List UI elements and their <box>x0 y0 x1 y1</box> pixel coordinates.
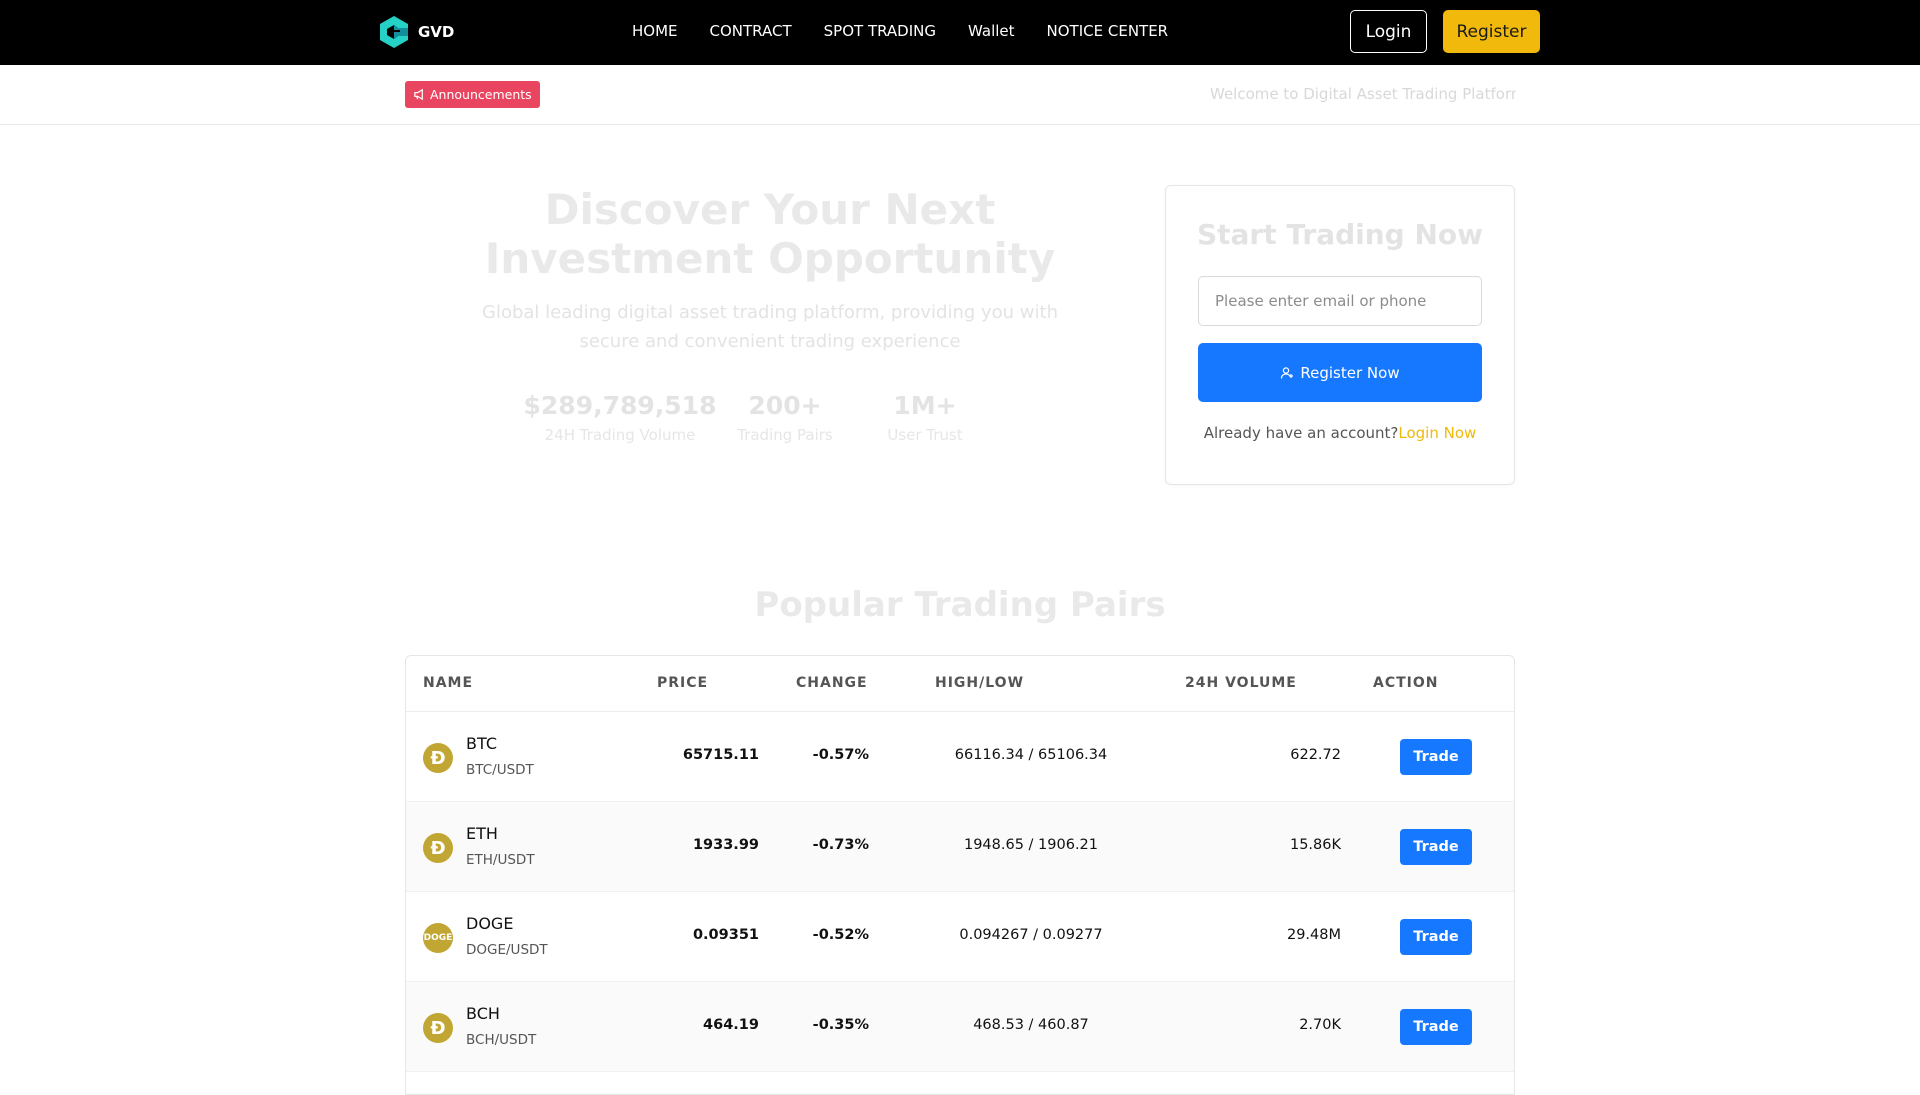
trade-button[interactable]: Trade <box>1400 919 1472 955</box>
stat-label: Trading Pairs <box>737 426 833 444</box>
high-low-cell: 1948.65 / 1906.21 <box>963 837 1099 853</box>
trade-button[interactable]: Trade <box>1400 739 1472 775</box>
hero-title: Discover Your Next Investment Opportunit… <box>484 185 1056 283</box>
col-name: NAME <box>423 675 474 691</box>
register-now-button[interactable]: Register Now <box>1198 343 1482 402</box>
register-now-label: Register Now <box>1300 363 1400 382</box>
change-cell: -0.52% <box>812 927 869 943</box>
hero-stats: $289,789,518 24H Trading Volume 200+ Tra… <box>520 390 1020 450</box>
stat-value: $289,789,518 <box>523 391 717 420</box>
col-volume: 24H VOLUME <box>1185 675 1297 691</box>
coin-pair: BCH/USDT <box>466 1032 537 1048</box>
top-navbar: GVD HOME CONTRACT SPOT TRADING Wallet NO… <box>0 0 1920 65</box>
nav-spot-trading[interactable]: SPOT TRADING <box>824 22 936 40</box>
volume-cell: 15.86K <box>1289 837 1341 853</box>
table-row[interactable]: Ð BCH BCH/USDT 464.19 -0.35% 468.53 / 46… <box>406 982 1514 1072</box>
change-cell: -0.35% <box>812 1017 869 1033</box>
coin-icon: DOGE <box>423 923 453 953</box>
table-header: NAME PRICE CHANGE HIGH/LOW 24H VOLUME AC… <box>406 656 1514 712</box>
email-phone-input[interactable] <box>1198 276 1482 326</box>
login-prompt-text: Already have an account? <box>1203 424 1399 442</box>
announcements-badge[interactable]: Announcements <box>405 81 540 108</box>
coin-symbol: DOGE <box>466 914 514 933</box>
high-low-cell: 0.094267 / 0.09277 <box>959 927 1103 943</box>
announcements-label: Announcements <box>430 87 532 102</box>
nav-notice-center[interactable]: NOTICE CENTER <box>1047 22 1169 40</box>
high-low-cell: 468.53 / 460.87 <box>973 1017 1089 1033</box>
stat-label: 24H Trading Volume <box>544 426 696 444</box>
nav-contract[interactable]: CONTRACT <box>710 22 792 40</box>
add-user-icon <box>1281 366 1294 379</box>
table-row[interactable]: DOGE DOGE DOGE/USDT 0.09351 -0.52% 0.094… <box>406 892 1514 982</box>
stat-users: 1M+ User Trust <box>850 390 1000 444</box>
brand-name: GVD <box>418 23 455 41</box>
register-button[interactable]: Register <box>1443 10 1540 53</box>
table-row[interactable]: Ð BTC BTC/USDT 65715.11 -0.57% 66116.34 … <box>406 712 1514 802</box>
volume-cell: 622.72 <box>1290 747 1341 763</box>
signup-title: Start Trading Now <box>1196 218 1483 251</box>
announcement-ticker[interactable]: Welcome to Digital Asset Trading Platfor… <box>1210 85 1516 105</box>
col-price: PRICE <box>657 675 709 691</box>
col-change: CHANGE <box>796 675 868 691</box>
coin-icon: Ð <box>423 743 453 773</box>
nav-wallet[interactable]: Wallet <box>968 22 1015 40</box>
volume-cell: 29.48M <box>1286 927 1341 943</box>
col-high-low: HIGH/LOW <box>935 675 1025 691</box>
stat-pairs: 200+ Trading Pairs <box>720 390 850 444</box>
signup-card: Start Trading Now Register Now Already h… <box>1165 185 1515 485</box>
stat-volume: $289,789,518 24H Trading Volume <box>520 390 720 444</box>
coin-symbol: BCH <box>466 1004 500 1023</box>
announcement-bar: Announcements Welcome to Digital Asset T… <box>0 65 1920 125</box>
pairs-title: Popular Trading Pairs <box>754 585 1166 625</box>
stat-label: User Trust <box>887 426 963 444</box>
nav-home[interactable]: HOME <box>632 22 678 40</box>
price-cell: 464.19 <box>703 1017 759 1033</box>
brand[interactable]: GVD <box>380 16 454 48</box>
price-cell: 0.09351 <box>692 927 759 943</box>
price-cell: 65715.11 <box>682 747 759 763</box>
coin-icon: Ð <box>423 1013 453 1043</box>
col-action: ACTION <box>1373 675 1439 691</box>
hero-subtitle: Global leading digital asset trading pla… <box>482 302 1058 352</box>
price-cell: 1933.99 <box>692 837 759 853</box>
table-row[interactable]: Ð ETH ETH/USDT 1933.99 -0.73% 1948.65 / … <box>406 802 1514 892</box>
coin-pair: ETH/USDT <box>466 852 535 868</box>
stat-value: 200+ <box>748 391 822 420</box>
login-now-link[interactable]: Login Now <box>1398 424 1476 442</box>
login-button[interactable]: Login <box>1350 10 1427 53</box>
volume-cell: 2.70K <box>1299 1017 1341 1033</box>
trade-button[interactable]: Trade <box>1400 829 1472 865</box>
pairs-table: NAME PRICE CHANGE HIGH/LOW 24H VOLUME AC… <box>405 655 1515 1095</box>
coin-pair: BTC/USDT <box>466 762 534 778</box>
change-cell: -0.73% <box>812 837 869 853</box>
coin-pair: DOGE/USDT <box>466 942 548 958</box>
coin-symbol: BTC <box>466 734 497 753</box>
stat-value: 1M+ <box>893 391 957 420</box>
trade-button[interactable]: Trade <box>1400 1009 1472 1045</box>
login-prompt: Already have an account?Login Now <box>1166 424 1514 442</box>
gvd-logo-icon <box>380 16 408 48</box>
coin-symbol: ETH <box>466 824 498 843</box>
megaphone-icon <box>414 88 423 101</box>
high-low-cell: 66116.34 / 65106.34 <box>954 747 1108 763</box>
main-nav: HOME CONTRACT SPOT TRADING Wallet NOTICE… <box>632 0 1168 62</box>
coin-icon: Ð <box>423 833 453 863</box>
change-cell: -0.57% <box>812 747 869 763</box>
